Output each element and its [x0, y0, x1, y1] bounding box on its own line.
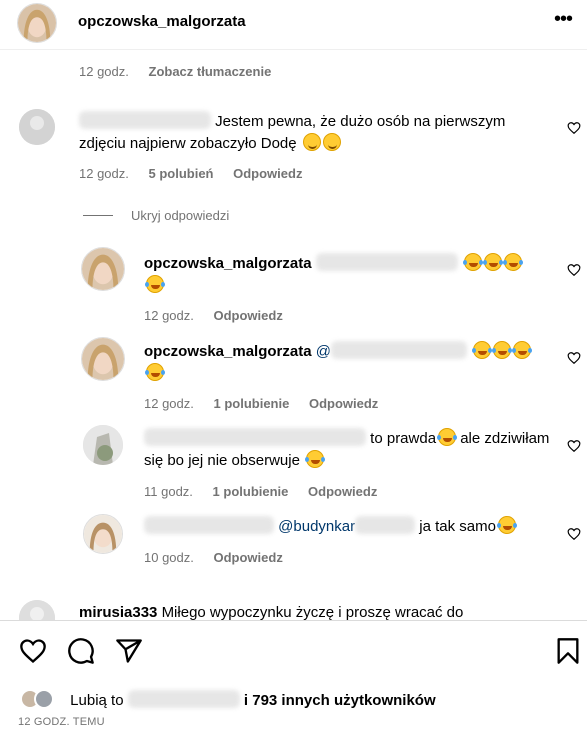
laughing-emoji-icon	[145, 275, 164, 293]
likes-summary: Lubią to i 793 innych użytkowników	[20, 689, 436, 709]
blurred-liker	[127, 690, 240, 708]
comment-likes-count[interactable]: 5 polubień	[149, 166, 214, 181]
likes-count[interactable]: i 793 innych użytkowników	[244, 692, 436, 709]
laughing-emoji-icon	[305, 450, 325, 468]
comment-text: Miłego wypoczynku życzę i proszę wracać …	[161, 604, 464, 620]
reply-meta: 11 godz. 1 polubienie Odpowiedz	[144, 484, 393, 499]
likes-prefix: Lubią to	[70, 692, 124, 709]
reply-likes-count[interactable]: 1 polubienie	[213, 484, 289, 499]
reply-button[interactable]: Odpowiedz	[214, 550, 283, 565]
smile-emoji-icon	[302, 133, 321, 151]
reply-like-heart-icon[interactable]	[567, 439, 581, 453]
reply-text: ja tak samo	[419, 518, 496, 535]
partially-visible-comment: mirusia333 Miłego wypoczynku życzę i pro…	[0, 598, 587, 620]
reply-mention[interactable]: @budynkar	[278, 518, 355, 535]
comment-like-heart-icon[interactable]	[567, 121, 581, 135]
reply-meta: 10 godz. Odpowiedz	[144, 550, 299, 565]
laughing-emoji-icon	[482, 253, 502, 271]
reply-likes-count[interactable]: 1 polubienie	[214, 396, 290, 411]
hide-replies-button[interactable]: Ukryj odpowiedzi	[131, 208, 229, 223]
blurred-username	[79, 111, 211, 129]
reply-meta: 12 godz. Odpowiedz	[144, 308, 299, 323]
laughing-emoji-icon	[437, 428, 457, 446]
reply-time: 12 godz.	[144, 308, 194, 323]
translate-link[interactable]: Zobacz tłumaczenie	[149, 64, 272, 79]
laughing-emoji-icon	[496, 516, 516, 534]
bookmark-icon[interactable]	[554, 637, 582, 665]
reply-avatar[interactable]	[81, 247, 125, 291]
reply-time: 12 godz.	[144, 396, 194, 411]
reply-button[interactable]: Odpowiedz	[309, 396, 378, 411]
reply-button[interactable]: Odpowiedz	[308, 484, 377, 499]
laughing-emoji-icon	[512, 341, 532, 359]
blurred-mention	[330, 341, 467, 359]
laughing-emoji-icon	[492, 341, 512, 359]
reply-like-heart-icon[interactable]	[567, 527, 581, 541]
blurred-username	[144, 516, 274, 534]
reply-body: to prawda ale zdziwiłam się bo jej nie o…	[144, 428, 554, 472]
reply-body: @budynkar ja tak samo	[144, 516, 554, 538]
reply-avatar[interactable]	[81, 337, 125, 381]
reply-time: 10 godz.	[144, 550, 194, 565]
commenter-avatar[interactable]	[19, 109, 55, 145]
share-icon[interactable]	[115, 637, 143, 665]
comment-icon[interactable]	[67, 637, 95, 665]
blurred-username	[144, 428, 366, 446]
comment-meta: 12 godz. 5 polubień Odpowiedz	[79, 166, 318, 181]
author-username[interactable]: opczowska_malgorzata	[78, 13, 246, 30]
laughing-emoji-icon	[462, 253, 482, 271]
reply-time: 11 godz.	[144, 484, 193, 499]
comment-body: mirusia333 Miłego wypoczynku życzę i pro…	[79, 602, 579, 620]
reply-body: opczowska_malgorzata @	[144, 341, 554, 385]
heart-icon[interactable]	[19, 637, 47, 665]
reply-mention[interactable]: @	[316, 343, 331, 360]
reply-like-heart-icon[interactable]	[567, 263, 581, 277]
laughing-emoji-icon	[472, 341, 492, 359]
blurred-mention	[315, 253, 458, 271]
reply-username[interactable]: opczowska_malgorzata	[144, 343, 312, 360]
laughing-emoji-icon	[502, 253, 522, 271]
reply-username[interactable]: opczowska_malgorzata	[144, 255, 312, 272]
replies-divider	[83, 215, 113, 216]
reply-avatar[interactable]	[83, 514, 123, 554]
reply-button[interactable]: Odpowiedz	[233, 166, 302, 181]
blurred-mention	[355, 516, 416, 534]
post-header: opczowska_malgorzata •••	[0, 0, 587, 50]
author-avatar[interactable]	[17, 3, 57, 43]
comment-time: 12 godz.	[79, 166, 129, 181]
reply-like-heart-icon[interactable]	[567, 351, 581, 365]
reply-body: opczowska_malgorzata	[144, 253, 554, 297]
reply-meta: 12 godz. 1 polubienie Odpowiedz	[144, 396, 394, 411]
laughing-emoji-icon	[145, 363, 164, 381]
caption-time: 12 godz.	[79, 64, 129, 79]
liker-avatars[interactable]	[20, 689, 62, 709]
reply-button[interactable]: Odpowiedz	[214, 308, 283, 323]
comment-username[interactable]: mirusia333	[79, 604, 157, 620]
reply-text: to prawda	[370, 430, 437, 447]
ellipsis-icon[interactable]: •••	[554, 8, 573, 31]
smile-emoji-icon	[322, 133, 341, 151]
reply-avatar[interactable]	[83, 425, 123, 465]
comment-body: Jestem pewna, że dużo osób na pierwszym …	[79, 111, 549, 155]
caption-meta: 12 godz. Zobacz tłumaczenie	[79, 64, 287, 79]
post-timestamp: 12 GODZ. TEMU	[18, 716, 105, 728]
commenter-avatar[interactable]	[19, 600, 55, 620]
